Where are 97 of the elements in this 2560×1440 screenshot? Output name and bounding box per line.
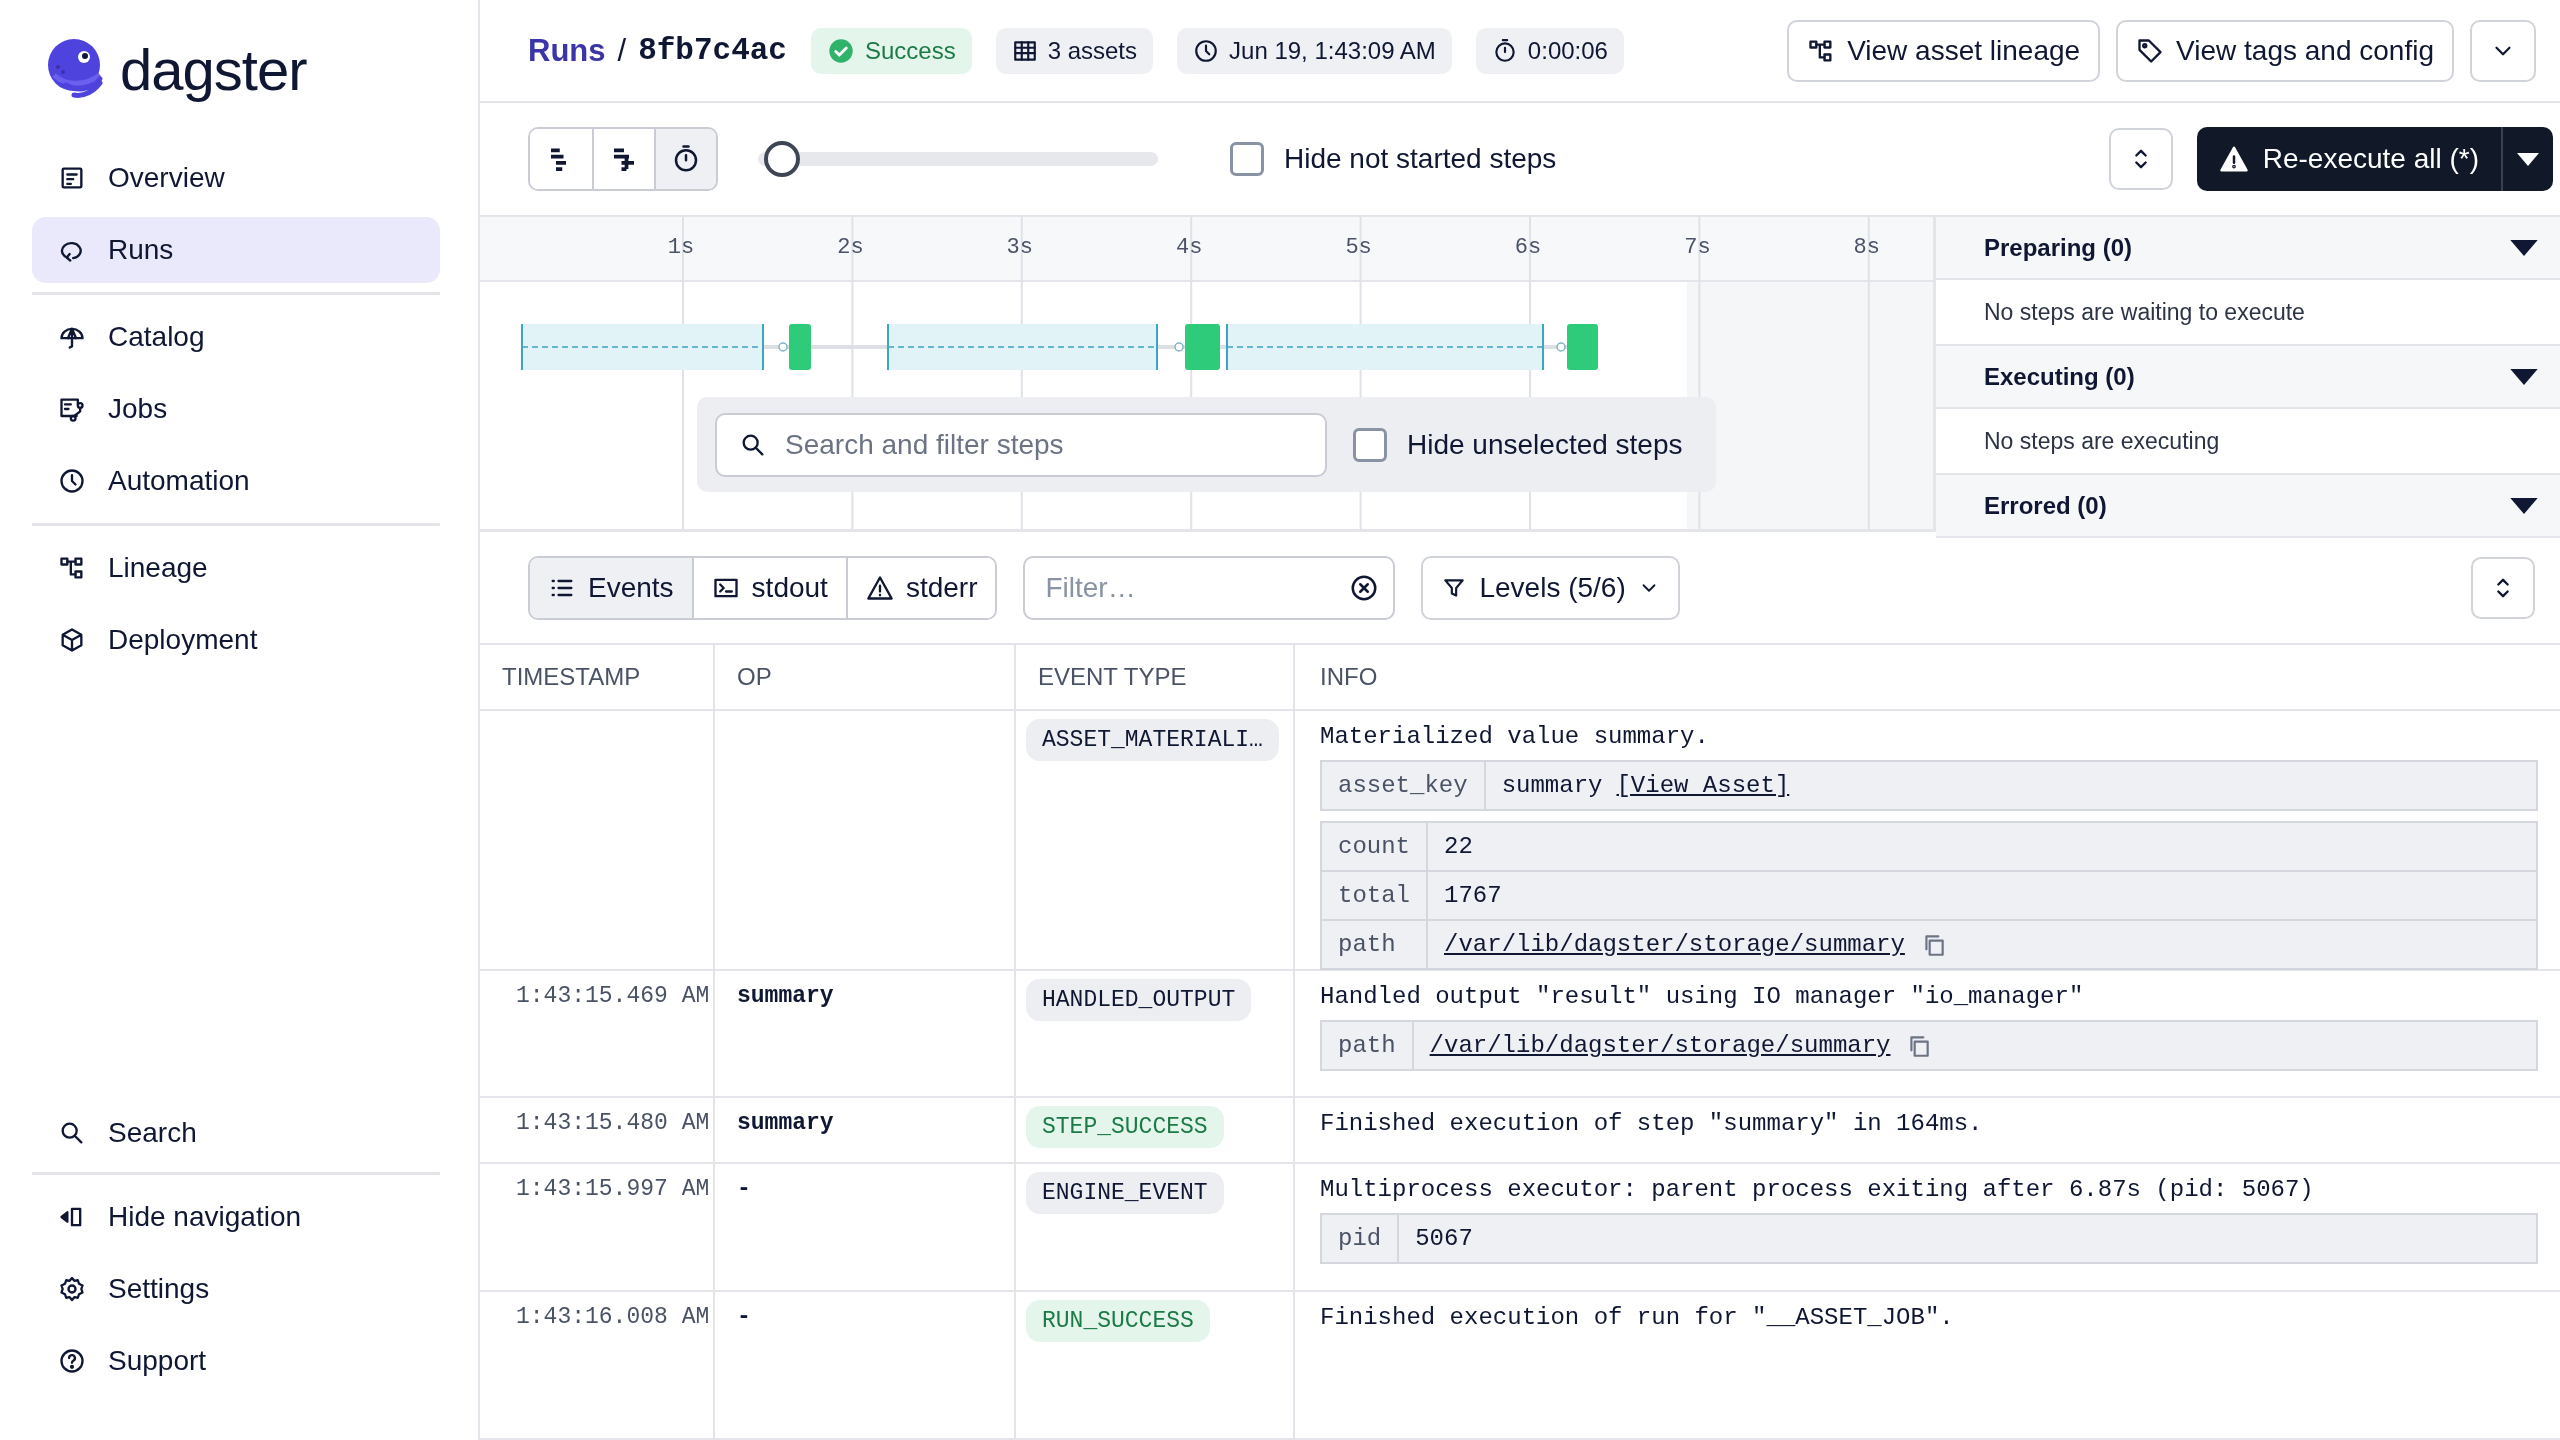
timestamp: 1:43:16.008 AM xyxy=(515,1303,710,1330)
clock-icon xyxy=(58,467,86,495)
expand-button[interactable] xyxy=(2108,128,2173,190)
log-message: Finished execution of run for "__ASSET_JOB". xyxy=(1320,1303,1955,1331)
logo-text: dagster xyxy=(120,36,307,103)
section-title: Executing (0) xyxy=(1984,362,2135,391)
event-type: HANDLED_OUTPUT xyxy=(1026,979,1252,1022)
axis-tick-label: 7s xyxy=(1683,235,1712,260)
timestamp: 1:43:15.480 AM xyxy=(515,1110,710,1137)
step-bar[interactable] xyxy=(887,323,1220,371)
log-tab[interactable]: stderr xyxy=(845,557,996,618)
metadata-key: asset_key xyxy=(1321,761,1485,811)
axis-tick-label: 5s xyxy=(1344,235,1373,260)
event-type: STEP_SUCCESS xyxy=(1026,1106,1224,1149)
breadcrumb-link[interactable]: Runs xyxy=(528,32,606,69)
log-message: Finished execution of step "summary" in 164ms. xyxy=(1320,1110,1984,1138)
column-header: OP xyxy=(715,645,1016,710)
clock-icon xyxy=(1193,37,1220,64)
nav-item[interactable]: Runs xyxy=(32,217,440,283)
settings-icon xyxy=(58,1275,86,1303)
zoom-slider[interactable] xyxy=(758,139,1158,179)
nav-item[interactable]: Support xyxy=(32,1328,440,1394)
run-id: 8fb7c4ac xyxy=(638,33,787,68)
metadata-key: pid xyxy=(1321,1213,1399,1263)
event-type: ENGINE_EVENT xyxy=(1026,1171,1224,1214)
axis-tick-label: 6s xyxy=(1513,235,1543,260)
metadata-key: path xyxy=(1321,920,1427,970)
step-bar[interactable] xyxy=(1226,323,1598,371)
axis-tick-label: 8s xyxy=(1852,235,1881,260)
checkbox[interactable] xyxy=(1353,427,1387,462)
metadata-key: count xyxy=(1321,822,1427,872)
view-mode-button[interactable] xyxy=(654,129,716,189)
status-text: Success xyxy=(864,36,956,65)
metadata-value: 5067 xyxy=(1398,1213,2537,1263)
section-header[interactable]: Errored (0) xyxy=(1936,475,2560,538)
filter-field[interactable]: Filter… xyxy=(1023,555,1396,620)
tag-icon xyxy=(2136,36,2165,65)
nav-item[interactable]: Search xyxy=(32,1100,440,1166)
header-button[interactable]: View asset lineage xyxy=(1787,19,2101,82)
log-message: Materialized value summary. xyxy=(1320,723,1710,751)
axis-tick-label: 2s xyxy=(836,235,865,260)
tag-text: 0:00:06 xyxy=(1527,36,1608,65)
nav-item[interactable]: Catalog xyxy=(32,304,440,370)
nav-item[interactable]: Deployment xyxy=(32,607,440,673)
metadata-key: path xyxy=(1321,1021,1413,1071)
log-message: Multiprocess executor: parent process exiting after 6.87s (pid: 5067) xyxy=(1320,1175,2315,1203)
axis-tick-label: 4s xyxy=(1175,235,1204,260)
axis-tick-label: 3s xyxy=(1005,235,1034,260)
section-header[interactable]: Executing (0) xyxy=(1936,346,2560,409)
column-header: EVENT TYPE xyxy=(1016,645,1295,710)
section-title: Errored (0) xyxy=(1984,491,2107,520)
expand-button[interactable] xyxy=(2471,556,2535,619)
op-name: summary xyxy=(737,1110,834,1137)
nav-item[interactable]: Lineage xyxy=(32,535,440,601)
section-header[interactable]: Preparing (0) xyxy=(1936,217,2560,280)
tag-text: Jun 19, 1:43:09 AM xyxy=(1229,36,1436,65)
breadcrumb-separator: / xyxy=(617,32,627,69)
nav-item[interactable]: Automation xyxy=(32,448,440,514)
caret-icon xyxy=(2510,497,2538,514)
timestamp: 1:43:15.997 AM xyxy=(515,1175,710,1202)
caret-icon xyxy=(2510,368,2538,385)
warning-icon xyxy=(2218,144,2249,174)
axis-tick-label: 1s xyxy=(666,235,696,260)
step-search-field[interactable]: Search and filter steps xyxy=(715,412,1327,477)
nav-item[interactable]: Overview xyxy=(32,145,440,211)
warning-icon xyxy=(865,573,894,602)
nav-item[interactable]: Settings xyxy=(32,1256,440,1322)
view-asset-link[interactable]: [View Asset] xyxy=(1616,772,1790,800)
section-title: Preparing (0) xyxy=(1984,233,2133,262)
event-type: RUN_SUCCESS xyxy=(1026,1299,1210,1342)
timestamp: 1:43:15.469 AM xyxy=(515,983,710,1010)
nav-item[interactable]: Jobs xyxy=(32,376,440,442)
column-header: INFO xyxy=(1319,662,1379,693)
event-type: ASSET_MATERIALI… xyxy=(1026,719,1279,762)
tag-text: 3 assets xyxy=(1047,36,1138,65)
checkbox[interactable] xyxy=(1230,142,1264,176)
checkbox-label[interactable]: Hide unselected steps xyxy=(1407,428,1683,461)
metadata-value: 1767 xyxy=(1427,871,2537,921)
op-name: - xyxy=(737,1175,751,1202)
header-button[interactable]: View tags and config xyxy=(2116,19,2454,82)
log-message: Handled output "result" using IO manager "io_manager" xyxy=(1320,983,2085,1011)
log-tab[interactable]: Events xyxy=(530,557,692,618)
column-header: TIMESTAMP xyxy=(480,645,715,710)
op-name: summary xyxy=(737,983,834,1010)
help-icon xyxy=(58,1347,86,1375)
nav-item[interactable]: Hide navigation xyxy=(32,1184,440,1250)
check-circle-icon xyxy=(826,36,855,65)
metadata-value: summary xyxy=(1501,772,1603,800)
metadata-key: total xyxy=(1321,871,1427,921)
step-bar[interactable] xyxy=(521,323,811,371)
levels-button[interactable]: Levels (5/6) xyxy=(1421,555,1680,620)
caret-icon xyxy=(2517,152,2539,166)
op-name: - xyxy=(737,1303,751,1330)
caret-icon xyxy=(2510,239,2538,256)
slider-thumb[interactable] xyxy=(764,141,800,177)
metadata-value: 22 xyxy=(1427,822,2537,872)
checkbox-label[interactable]: Hide not started steps xyxy=(1284,143,1557,175)
